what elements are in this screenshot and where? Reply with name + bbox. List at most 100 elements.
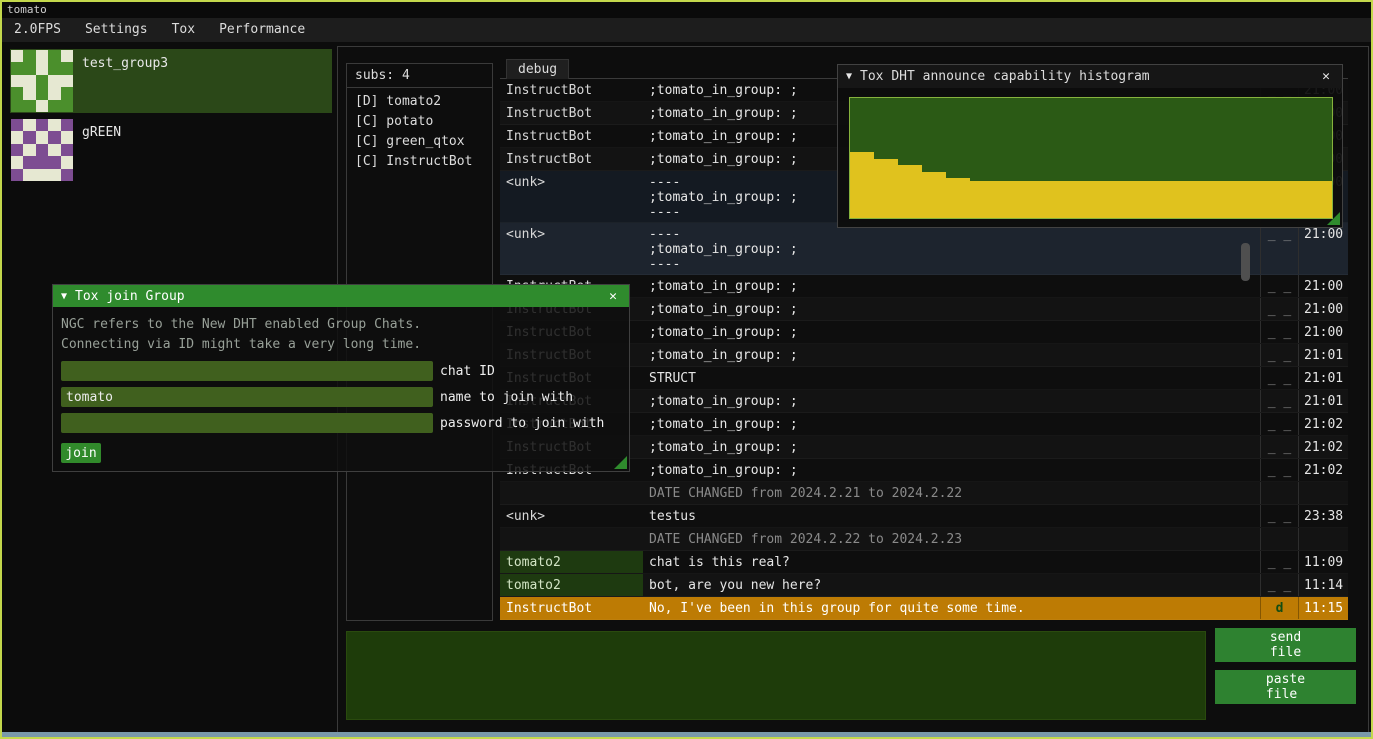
paste-file-label: paste file <box>1266 672 1305 702</box>
group-item-test-group3[interactable]: test_group3 <box>10 49 332 113</box>
histogram-bar <box>983 181 995 218</box>
message-text: ;tomato_in_group: ; <box>643 298 1260 320</box>
message-time <box>1298 482 1348 504</box>
message-text: ---- ;tomato_in_group: ; ---- <box>643 223 1260 274</box>
histogram-bar <box>1260 181 1272 218</box>
message-status: _ _ <box>1260 459 1298 481</box>
password-to-join-with-input[interactable] <box>61 413 433 433</box>
histogram-window-titlebar[interactable]: ▼ Tox DHT announce capability histogram … <box>838 65 1342 88</box>
histogram-bar <box>1043 181 1055 218</box>
message-row: InstructBotNo, I've been in this group f… <box>500 597 1348 620</box>
member-item-tomato2[interactable]: [D] tomato2 <box>347 92 492 112</box>
histogram-resize-grip[interactable] <box>1327 212 1340 225</box>
avatar-pixel <box>61 156 73 168</box>
message-text: STRUCT <box>643 367 1260 389</box>
message-input[interactable] <box>346 631 1206 720</box>
message-row: tomato2bot, are you new here?_ _11:14 <box>500 574 1348 597</box>
menu-item-tox[interactable]: Tox <box>160 18 207 42</box>
send-file-button[interactable]: send file <box>1215 628 1356 662</box>
message-author: InstructBot <box>500 148 643 170</box>
member-item-instructbot[interactable]: [C] InstructBot <box>347 152 492 172</box>
avatar-pixel <box>48 131 60 143</box>
menu-item-settings[interactable]: Settings <box>73 18 160 42</box>
histogram-bar <box>1139 181 1151 218</box>
message-time: 21:00 <box>1298 223 1348 274</box>
message-time: 11:14 <box>1298 574 1348 596</box>
avatar-pixel <box>61 87 73 99</box>
avatar-pixel <box>11 75 23 87</box>
member-item-green-qtox[interactable]: [C] green_qtox <box>347 132 492 152</box>
join-resize-grip[interactable] <box>614 456 627 469</box>
message-status: d <box>1260 597 1298 619</box>
histogram-window-title: Tox DHT announce capability histogram <box>860 69 1318 84</box>
message-author: InstructBot <box>500 597 643 619</box>
join-field-row: password to join with <box>61 413 621 433</box>
avatar-pixel <box>48 87 60 99</box>
message-status: _ _ <box>1260 321 1298 343</box>
collapse-arrow-icon[interactable]: ▼ <box>846 71 852 82</box>
message-status: _ _ <box>1260 344 1298 366</box>
avatar-pixel <box>36 75 48 87</box>
avatar-pixel <box>48 50 60 62</box>
message-text: bot, are you new here? <box>643 574 1260 596</box>
messages-scrollbar-thumb[interactable] <box>1241 243 1250 281</box>
histogram-plot <box>849 97 1333 219</box>
message-time: 23:38 <box>1298 505 1348 527</box>
histogram-bar <box>1067 181 1079 218</box>
close-icon[interactable]: ✕ <box>605 289 621 304</box>
histogram-bar <box>1296 181 1308 218</box>
fps-counter: 2.0FPS <box>2 18 73 42</box>
date-spacer <box>500 482 643 504</box>
name-to-join-with-input[interactable] <box>61 387 433 407</box>
histogram-bar <box>970 181 982 218</box>
avatar-pixel <box>23 75 35 87</box>
member-item-potato[interactable]: [C] potato <box>347 112 492 132</box>
message-author: tomato2 <box>500 551 643 573</box>
avatar-pixel <box>11 62 23 74</box>
message-text: ;tomato_in_group: ; <box>643 321 1260 343</box>
message-time: 21:00 <box>1298 275 1348 297</box>
group-list: test_group3 gREEN <box>10 49 332 187</box>
message-author: InstructBot <box>500 102 643 124</box>
avatar-pixel <box>36 100 48 112</box>
avatar-pixel <box>48 144 60 156</box>
message-time: 11:15 <box>1298 597 1348 619</box>
send-file-label: send file <box>1270 630 1301 660</box>
message-status: _ _ <box>1260 367 1298 389</box>
group-name: gREEN <box>82 125 121 140</box>
join-field-label: name to join with <box>440 390 573 405</box>
avatar-pixel <box>61 119 73 131</box>
histogram-bar <box>1103 181 1115 218</box>
collapse-arrow-icon[interactable]: ▼ <box>61 291 67 302</box>
join-group-window: ▼ Tox join Group ✕ NGC refers to the New… <box>52 284 630 472</box>
chat-id-input[interactable] <box>61 361 433 381</box>
avatar-pixel <box>23 62 35 74</box>
histogram-bar <box>862 152 874 218</box>
group-item-green[interactable]: gREEN <box>10 118 332 182</box>
message-time: 21:02 <box>1298 413 1348 435</box>
join-field-label: chat ID <box>440 364 495 379</box>
close-icon[interactable]: ✕ <box>1318 69 1334 84</box>
dht-histogram-window: ▼ Tox DHT announce capability histogram … <box>837 64 1343 228</box>
message-status: _ _ <box>1260 413 1298 435</box>
group-avatar-icon <box>11 119 73 181</box>
message-time: 21:02 <box>1298 459 1348 481</box>
avatar-pixel <box>48 169 60 181</box>
avatar-pixel <box>11 50 23 62</box>
histogram-bar <box>1223 181 1235 218</box>
date-separator-row: DATE CHANGED from 2024.2.22 to 2024.2.23 <box>500 528 1348 551</box>
member-list: [D] tomato2[C] potato[C] green_qtox[C] I… <box>347 88 492 172</box>
join-window-titlebar[interactable]: ▼ Tox join Group ✕ <box>53 285 629 307</box>
paste-file-button[interactable]: paste file <box>1215 670 1356 704</box>
message-status: _ _ <box>1260 551 1298 573</box>
tab-debug[interactable]: debug <box>506 59 569 79</box>
avatar-pixel <box>23 131 35 143</box>
window-bottom-edge <box>2 732 1371 737</box>
avatar-pixel <box>61 131 73 143</box>
menu-item-performance[interactable]: Performance <box>207 18 317 42</box>
avatar-pixel <box>61 100 73 112</box>
histogram-bar <box>1091 181 1103 218</box>
join-button[interactable]: join <box>61 443 101 463</box>
avatar-pixel <box>11 144 23 156</box>
join-description-line: Connecting via ID might take a very long… <box>61 335 621 355</box>
